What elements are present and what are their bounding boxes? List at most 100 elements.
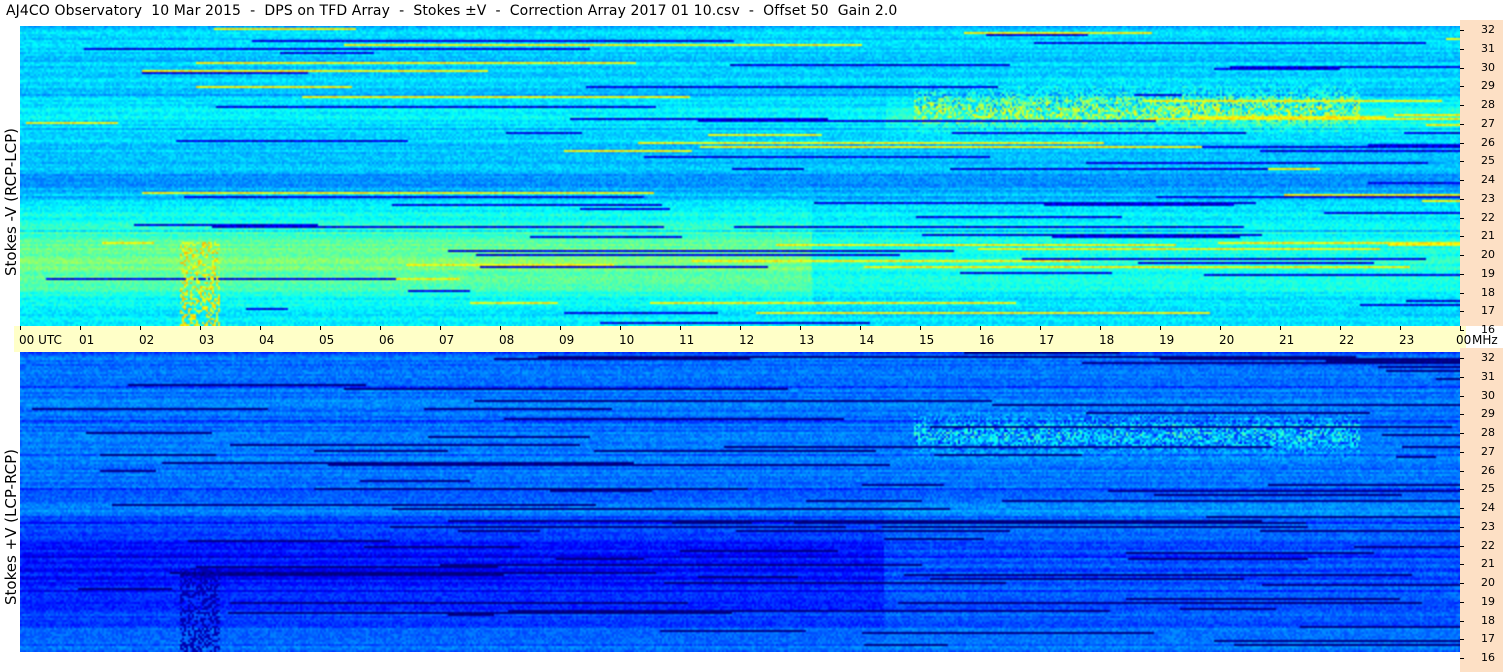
freq-tick-mark <box>1460 658 1464 659</box>
freq-tick-label: 16 <box>1481 323 1495 336</box>
freq-tick-label: 29 <box>1481 79 1495 93</box>
freq-tick-mark <box>1460 545 1464 547</box>
utc-tick-label: 19 <box>1159 333 1175 347</box>
freq-tick-mark <box>1460 311 1464 313</box>
utc-tick-mark <box>740 326 741 330</box>
utc-tick-mark <box>680 326 681 330</box>
utc-tick-label: 22 <box>1339 333 1355 347</box>
freq-tick-label: 27 <box>1481 444 1495 458</box>
utc-tick-label: 00 UTC <box>19 333 62 347</box>
utc-tick-mark <box>560 326 561 330</box>
utc-tick-label: 12 <box>739 333 755 347</box>
freq-tick-label: 21 <box>1481 229 1495 243</box>
utc-tick-mark <box>1100 326 1101 330</box>
freq-tick-label: 32 <box>1481 23 1495 36</box>
utc-tick-mark <box>800 326 801 330</box>
y-label-top-text: Stokes -V (RCP-LCP) <box>2 128 20 276</box>
freq-tick-mark <box>1460 105 1464 106</box>
freq-tick-mark <box>1460 273 1464 275</box>
freq-tick-mark <box>1460 451 1464 453</box>
freq-tick-mark <box>1460 255 1464 256</box>
utc-tick-label: 04 <box>259 333 275 347</box>
freq-tick-label: 18 <box>1481 285 1495 299</box>
utc-tick-mark <box>20 326 21 330</box>
freq-tick-mark <box>1460 620 1464 622</box>
utc-tick-mark <box>200 326 201 330</box>
freq-tick-mark <box>1460 292 1464 294</box>
utc-tick-label: 11 <box>679 333 695 347</box>
utc-tick-label: 18 <box>1099 333 1115 347</box>
freq-tick-mark <box>1460 48 1464 50</box>
freq-tick-label: 18 <box>1481 613 1495 627</box>
utc-tick-mark <box>1340 326 1341 330</box>
utc-tick-mark <box>140 326 141 330</box>
utc-tick-label: 05 <box>319 333 335 347</box>
freq-tick-label: 21 <box>1481 557 1495 571</box>
freq-tick-mark <box>1460 433 1464 434</box>
freq-tick-mark <box>1460 489 1464 491</box>
utc-tick-label: 13 <box>799 333 815 347</box>
freq-tick-label: 24 <box>1481 173 1495 186</box>
freq-tick-mark <box>1460 470 1464 472</box>
y-label-bottom-text: Stokes +V (LCP-RCP) <box>2 449 20 605</box>
freq-tick-mark <box>1460 123 1464 125</box>
utc-tick-label: 17 <box>1039 333 1055 347</box>
freq-tick-mark <box>1460 198 1464 200</box>
freq-tick-mark <box>1460 376 1464 378</box>
freq-tick-label: 20 <box>1481 248 1495 261</box>
utc-tick-mark <box>1040 326 1041 330</box>
freq-tick-mark <box>1460 414 1464 416</box>
freq-tick-label: 16 <box>1481 651 1495 664</box>
utc-tick-mark <box>980 326 981 330</box>
utc-tick-mark <box>500 326 501 330</box>
heatmap-plus-v <box>20 352 1460 652</box>
freq-tick-mark <box>1460 395 1464 397</box>
freq-tick-mark <box>1460 180 1464 181</box>
utc-tick-mark <box>860 326 861 330</box>
freq-tick-mark <box>1460 564 1464 566</box>
utc-tick-label: 07 <box>439 333 455 347</box>
freq-tick-mark <box>1460 30 1464 31</box>
freq-tick-label: 22 <box>1481 538 1495 552</box>
freq-tick-label: 27 <box>1481 116 1495 130</box>
utc-tick-mark <box>1280 326 1281 330</box>
freq-tick-label: 26 <box>1481 135 1495 149</box>
chart-title: AJ4CO Observatory 10 Mar 2015 - DPS on T… <box>6 3 898 19</box>
freq-tick-label: 31 <box>1481 369 1495 383</box>
freq-tick-label: 22 <box>1481 210 1495 224</box>
freq-tick-mark <box>1460 236 1464 238</box>
utc-tick-label: 23 <box>1399 333 1415 347</box>
utc-tick-label: 03 <box>199 333 215 347</box>
utc-tick-mark <box>320 326 321 330</box>
freq-tick-label: 30 <box>1481 60 1495 74</box>
utc-tick-label: 14 <box>859 333 875 347</box>
utc-tick-mark <box>260 326 261 330</box>
utc-tick-mark <box>920 326 921 330</box>
utc-tick-label: 09 <box>559 333 575 347</box>
utc-time-axis: 00 UTC 01 02 03 04 05 06 07 08 09 10 11 12 13 14 15 16 17… <box>14 326 1498 352</box>
freq-tick-label: 25 <box>1481 154 1495 168</box>
utc-tick-mark <box>1400 326 1401 330</box>
utc-tick-mark <box>1160 326 1161 330</box>
heatmap-minus-v <box>20 26 1460 326</box>
freq-tick-mark <box>1460 217 1464 219</box>
utc-tick-mark <box>380 326 381 330</box>
freq-tick-label: 32 <box>1481 351 1495 364</box>
freq-tick-label: 30 <box>1481 388 1495 402</box>
freq-tick-mark <box>1460 601 1464 603</box>
freq-tick-mark <box>1460 583 1464 584</box>
freq-tick-mark <box>1460 508 1464 509</box>
utc-tick-mark <box>440 326 441 330</box>
y-label-top: Stokes -V (RCP-LCP) <box>0 26 20 326</box>
freq-tick-label: 19 <box>1481 594 1495 608</box>
freq-tick-label: 17 <box>1481 304 1495 318</box>
freq-tick-label: 20 <box>1481 576 1495 589</box>
utc-tick-label: 01 <box>79 333 95 347</box>
utc-tick-label: 02 <box>139 333 155 347</box>
utc-tick-mark <box>80 326 81 330</box>
utc-tick-label: 15 <box>919 333 935 347</box>
freq-tick-label: 23 <box>1481 191 1495 205</box>
freq-tick-label: 17 <box>1481 632 1495 646</box>
freq-tick-mark <box>1460 161 1464 163</box>
utc-tick-label: 21 <box>1279 333 1295 347</box>
